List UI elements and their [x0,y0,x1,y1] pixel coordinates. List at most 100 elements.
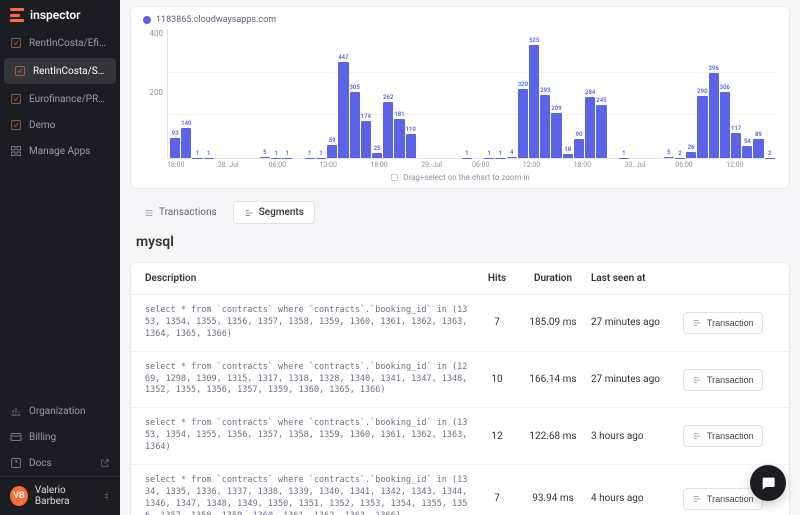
chart-hint: Drag+select on the chart to zoom in [143,173,777,182]
chart-bar[interactable]: 174 [361,121,371,158]
sidebar-item-billing[interactable]: Billing [0,424,120,450]
sidebar-item-docs[interactable]: Docs [0,450,120,476]
chart-bar[interactable]: 306 [720,92,730,158]
chart[interactable]: 400 200 93140115111159447305174252621811… [143,29,777,159]
bar-value-label: 396 [708,65,718,72]
x-tick: 29. Jul [421,161,472,169]
chart-bar[interactable]: 26 [686,152,696,158]
brand[interactable]: inspector [0,0,120,30]
user-name: Valerio Barbera [35,485,96,507]
drag-icon [390,173,399,182]
x-tick: 06:00 [675,161,726,169]
bar-value-label: 1 [499,150,502,157]
brand-name: inspector [30,8,80,22]
chart-bar[interactable]: 262 [383,102,393,158]
chart-bar[interactable]: 117 [731,133,741,158]
sidebar-item-app-2[interactable]: Eurofinance/PROD [0,86,120,112]
chart-bar[interactable]: 59 [327,145,337,158]
bar-value-label: 245 [596,97,606,104]
legend-dot-icon [143,16,151,24]
chart-bar[interactable]: 4 [507,157,517,158]
sidebar-item-app-3[interactable]: Demo [0,112,120,138]
bar-value-label: 140 [181,120,191,127]
sql-text: select * from `contracts` where `contrac… [145,362,469,398]
bar-value-label: 59 [329,137,336,144]
chart-bar[interactable]: 110 [406,134,416,158]
app-icon [14,65,26,77]
tab-label: Segments [259,207,304,218]
bar-value-label: 110 [406,126,416,133]
chart-bar[interactable]: 140 [181,128,191,158]
bar-value-label: 18 [564,146,571,153]
chart-bar[interactable]: 447 [338,62,348,158]
transaction-button[interactable]: Transaction [683,369,763,391]
th-last-seen: Last seen at [591,273,673,284]
tab-transactions[interactable]: Transactions [134,202,227,223]
table-row: select * from `contracts` where `contrac… [131,352,789,409]
bar-value-label: 290 [697,88,707,95]
bar-value-label: 1 [465,150,468,157]
tab-segments[interactable]: Segments [233,201,315,224]
chart-legend[interactable]: 1183865.cloudwaysapps.com [143,15,777,25]
bar-value-label: 209 [551,105,561,112]
chart-bar[interactable]: 396 [709,73,719,158]
transaction-button-label: Transaction [707,375,754,385]
bar-value-label: 525 [529,37,539,44]
bar-value-label: 293 [540,87,550,94]
list-icon [144,208,154,218]
chart-bar[interactable]: 525 [529,45,539,158]
bar-value-label: 181 [394,111,404,118]
sidebar-item-label: Billing [29,432,56,443]
user-menu[interactable]: VB Valerio Barbera [0,476,120,515]
bar-value-label: 1 [308,150,311,157]
table-header: Description Hits Duration Last seen at [131,263,789,295]
cell-last-seen: 27 minutes ago [591,317,673,328]
sidebar: inspector RentInCosta/Efisio RentInCosta… [0,0,120,515]
card-icon [10,431,22,443]
sidebar-item-app-0[interactable]: RentInCosta/Efisio [0,30,120,56]
sidebar-item-organization[interactable]: Organization [0,398,120,424]
chart-bar[interactable]: 305 [350,92,360,158]
sidebar-item-manage-apps[interactable]: Manage Apps [0,138,120,164]
x-tick: 06:00 [472,161,523,169]
bar-value-label: 306 [720,84,730,91]
section-title: mysql [120,224,800,256]
chart-bar[interactable]: 181 [394,119,404,158]
chart-bar[interactable]: 89 [753,139,763,158]
transaction-button[interactable]: Transaction [683,425,763,447]
chart-bar[interactable]: 209 [551,113,561,158]
chart-bar[interactable]: 18 [563,154,573,158]
sidebar-item-app-1[interactable]: RentInCosta/Sorr… [4,58,116,84]
segments-table: Description Hits Duration Last seen at s… [130,262,790,515]
cell-hits: 7 [479,317,515,328]
x-tick: 18:00 [167,161,218,169]
sidebar-item-label: Demo [29,120,55,131]
chart-bar[interactable]: 90 [574,139,584,158]
transaction-button[interactable]: Transaction [683,488,763,510]
app-icon [10,93,22,105]
chart-bar[interactable]: 320 [518,89,528,158]
bar-value-label: 26 [688,144,695,151]
chart-bar[interactable]: 5 [260,157,270,158]
chart-bar[interactable]: 290 [697,96,707,158]
x-tick: 12:00 [523,161,574,169]
transaction-button-label: Transaction [707,318,754,328]
chat-fab[interactable] [750,465,786,501]
chart-bar[interactable]: 93 [170,138,180,158]
cell-last-seen: 3 hours ago [591,431,673,442]
cell-last-seen: 4 hours ago [591,493,673,504]
transaction-button-label: Transaction [707,494,754,504]
chart-bar[interactable]: 5 [664,157,674,158]
transaction-button[interactable]: Transaction [683,312,763,334]
chart-bar[interactable]: 25 [372,153,382,158]
app-icon [10,119,22,131]
chart-bar[interactable]: 293 [540,95,550,158]
bar-value-label: 1 [488,150,491,157]
chart-bar[interactable]: 54 [742,146,752,158]
chart-plot[interactable]: 9314011511115944730517425262181110111432… [167,29,777,159]
bar-value-label: 117 [731,125,741,132]
cell-hits: 7 [479,493,515,504]
chart-bar[interactable]: 245 [596,105,606,158]
x-tick: 12:00 [319,161,370,169]
chart-bar[interactable]: 284 [585,97,595,158]
